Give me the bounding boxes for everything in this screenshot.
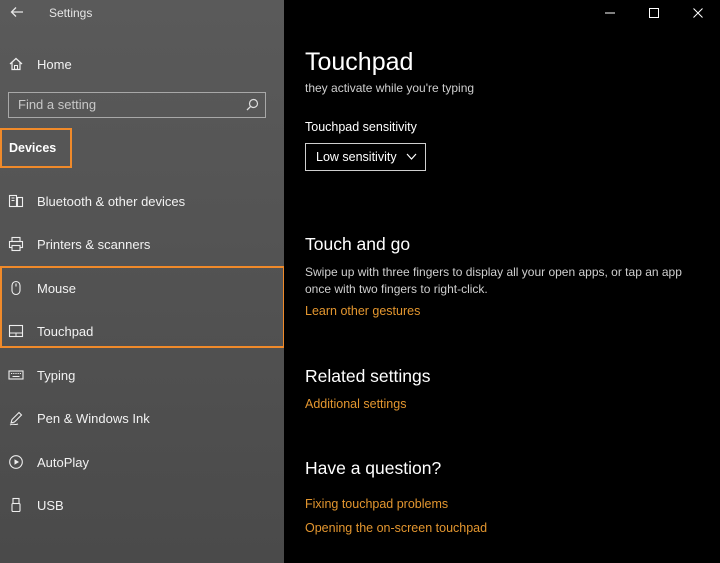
back-arrow-icon	[10, 7, 23, 17]
sidebar-item-label: Pen & Windows Ink	[37, 410, 150, 426]
related-settings-heading: Related settings	[305, 366, 431, 386]
sidebar-item-printers[interactable]: Printers & scanners	[0, 229, 284, 259]
section-title-devices: Devices	[0, 128, 72, 168]
titlebar: Settings	[0, 0, 284, 26]
additional-settings-link[interactable]: Additional settings	[305, 397, 406, 411]
search-box[interactable]	[8, 92, 266, 118]
sidebar-item-label: Mouse	[37, 280, 77, 296]
search-icon[interactable]	[246, 98, 259, 111]
page-subtext: they activate while you're typing	[305, 81, 475, 95]
sensitivity-value: Low sensitivity	[316, 150, 397, 164]
printer-icon	[8, 236, 24, 252]
sidebar-item-autoplay[interactable]: AutoPlay	[0, 447, 284, 477]
home-icon	[9, 57, 23, 71]
maximize-button[interactable]	[632, 0, 676, 26]
usb-icon	[11, 497, 21, 513]
minimize-button[interactable]	[588, 0, 632, 26]
nav-home[interactable]: Home	[0, 50, 284, 78]
page-title: Touchpad	[305, 48, 414, 76]
touch-and-go-heading: Touch and go	[305, 234, 411, 254]
chevron-down-icon	[406, 153, 417, 160]
touch-and-go-description: Swipe up with three fingers to display a…	[305, 265, 682, 296]
close-button[interactable]	[676, 0, 720, 26]
sidebar-item-bluetooth[interactable]: Bluetooth & other devices	[0, 186, 284, 216]
sidebar: Settings Home Devices Bluetooth & other …	[0, 0, 285, 563]
sidebar-item-usb[interactable]: USB	[0, 490, 284, 520]
sidebar-item-label: Touchpad	[37, 323, 94, 339]
minimize-icon	[605, 12, 615, 14]
sensitivity-label: Touchpad sensitivity	[305, 120, 417, 134]
sidebar-item-label: Typing	[37, 367, 76, 383]
onscreen-touchpad-link[interactable]: Opening the on-screen touchpad	[305, 521, 487, 535]
sensitivity-dropdown[interactable]: Low sensitivity	[305, 143, 426, 171]
nav-home-label: Home	[37, 56, 72, 72]
autoplay-icon	[9, 455, 23, 469]
sidebar-item-label: Bluetooth & other devices	[37, 193, 186, 209]
learn-gestures-link[interactable]: Learn other gestures	[305, 304, 420, 318]
question-heading: Have a question?	[305, 458, 442, 478]
sidebar-item-pen[interactable]: Pen & Windows Ink	[0, 403, 284, 433]
mouse-icon	[11, 280, 21, 296]
keyboard-icon	[8, 370, 24, 380]
search-input[interactable]	[9, 93, 248, 116]
close-icon	[693, 8, 703, 18]
touchpad-icon	[8, 324, 24, 338]
sidebar-item-typing[interactable]: Typing	[0, 360, 284, 390]
sidebar-item-label: Printers & scanners	[37, 236, 151, 252]
window-controls	[588, 0, 720, 26]
sidebar-item-mouse[interactable]: Mouse	[0, 273, 284, 303]
sidebar-item-label: USB	[37, 497, 64, 513]
sidebar-item-label: AutoPlay	[37, 454, 90, 470]
sidebar-item-touchpad[interactable]: Touchpad	[0, 316, 284, 346]
maximize-icon	[649, 8, 659, 18]
back-button[interactable]	[8, 3, 26, 21]
window-title: Settings	[49, 6, 93, 20]
fixing-touchpad-link[interactable]: Fixing touchpad problems	[305, 497, 448, 511]
pen-icon	[9, 411, 23, 426]
bluetooth-devices-icon	[8, 194, 24, 208]
